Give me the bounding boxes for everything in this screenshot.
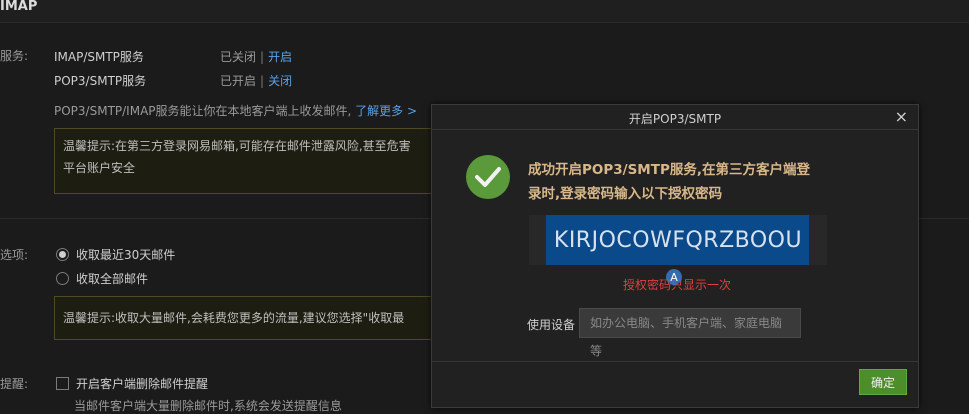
checkmark-icon (475, 167, 501, 187)
delete-reminder-option[interactable]: 开启客户端删除邮件提醒 (56, 375, 208, 392)
imap-smtp-name: IMAP/SMTP服务 (54, 50, 144, 64)
imap-smtp-status: 已关闭 (220, 50, 257, 64)
pop3-smtp-disable-link[interactable]: 关闭 (268, 74, 292, 88)
pop3-smtp-dialog: 开启POP3/SMTP × 成功开启POP3/SMTP服务,在第三方客户端登 录… (431, 104, 919, 408)
reminder-label: 提醒: (0, 377, 29, 391)
auth-code[interactable]: KIRJOCOWFQRZBOOU (529, 228, 827, 253)
services-tip-line2: 平台账户安全 (63, 161, 136, 175)
cursor-icon: A (664, 267, 684, 287)
separator: | (260, 50, 265, 64)
device-input[interactable]: 如办公电脑、手机客户端、家庭电脑等 (579, 308, 801, 358)
auth-code-box: KIRJOCOWFQRZBOOU (529, 215, 827, 265)
receive-option2-label: 收取全部邮件 (76, 272, 149, 286)
pop3-smtp-name: POP3/SMTP服务 (54, 74, 147, 88)
dialog-title: 开启POP3/SMTP (628, 112, 722, 126)
receive-option1-label: 收取最近30天邮件 (76, 248, 176, 262)
receive-tip-text: 温馨提示:收取大量邮件,会耗费您更多的流量,建议您选择"收取最 (63, 311, 405, 325)
learn-more-link[interactable]: 了解更多 > (355, 104, 417, 118)
success-message: 成功开启POP3/SMTP服务,在第三方客户端登 录时,登录密码输入以下授权密码 (528, 158, 833, 206)
pop3-smtp-status: 已开启 (220, 74, 257, 88)
services-tip-line1: 温馨提示:在第三方登录网易邮箱,可能存在邮件泄露风险,甚至危害 (63, 139, 411, 153)
receive-label: 选项: (0, 248, 29, 262)
receive-option-all[interactable]: 收取全部邮件 (56, 270, 148, 287)
services-description: POP3/SMTP/IMAP服务能让你在本地客户端上收发邮件, 了解更多 > (54, 102, 417, 119)
radio-unchecked-icon[interactable] (56, 272, 69, 285)
reminder-description: 当邮件客户端大量删除邮件时,系统会发送提醒信息 (74, 399, 342, 413)
close-icon[interactable]: × (895, 107, 908, 126)
imap-smtp-enable-link[interactable]: 开启 (268, 50, 292, 64)
top-bar (0, 0, 969, 23)
dialog-header: 开启POP3/SMTP × (432, 105, 918, 130)
success-line2: 录时,登录密码输入以下授权密码 (528, 186, 723, 202)
confirm-button[interactable]: 确定 (859, 369, 907, 395)
pop3-smtp-status-row: 已开启 | 关闭 (220, 72, 292, 89)
dialog-footer (432, 361, 918, 408)
delete-reminder-label: 开启客户端删除邮件提醒 (76, 377, 209, 391)
imap-smtp-status-row: 已关闭 | 开启 (220, 48, 292, 65)
success-line1: 成功开启POP3/SMTP服务,在第三方客户端登 (528, 162, 810, 178)
separator: | (260, 74, 265, 88)
svg-text:A: A (670, 271, 678, 284)
services-tip-box: 温馨提示:在第三方登录网易邮箱,可能存在邮件泄露风险,甚至危害 平台账户安全 (54, 128, 474, 194)
radio-checked-icon[interactable] (56, 248, 69, 261)
receive-tip-box: 温馨提示:收取大量邮件,会耗费您更多的流量,建议您选择"收取最 (54, 296, 474, 340)
section-title: IMAP (0, 0, 38, 14)
check-circle-icon (466, 155, 510, 199)
services-desc-text: POP3/SMTP/IMAP服务能让你在本地客户端上收发邮件, (54, 104, 352, 118)
services-label: 服务: (0, 49, 29, 63)
checkbox-icon[interactable] (56, 377, 69, 390)
receive-option-30days[interactable]: 收取最近30天邮件 (56, 246, 175, 263)
device-label: 使用设备 (527, 318, 576, 332)
